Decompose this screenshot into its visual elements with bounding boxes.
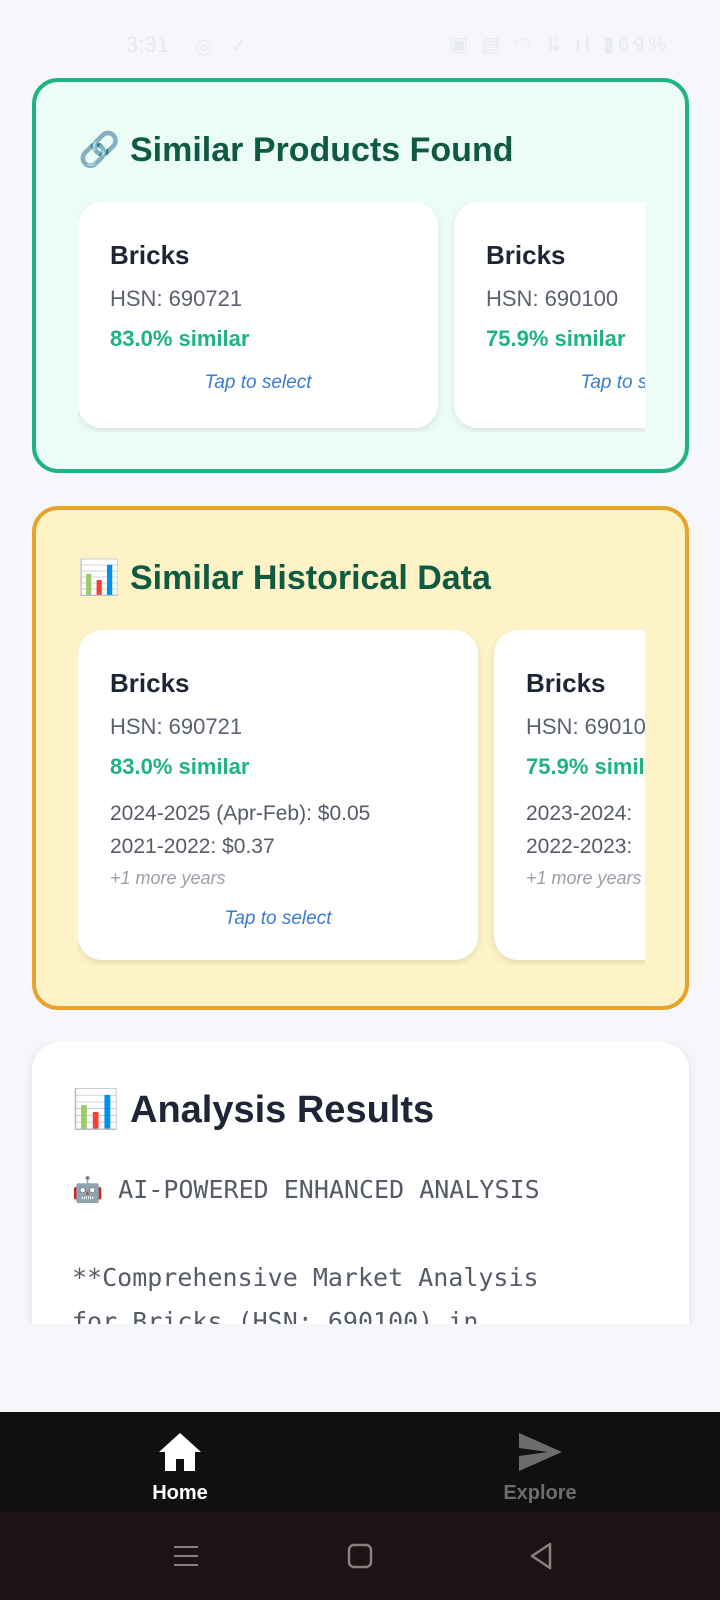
similar-products-panel: 🔗 Similar Products Found Bricks HSN: 6907… [32, 78, 689, 473]
product-hsn: HSN: 690721 [110, 714, 243, 739]
historical-data-title: 📊 Similar Historical Data [78, 558, 491, 598]
tap-to-select-link[interactable]: Tap to select [454, 372, 645, 394]
product-hsn: HSN: 690721 [110, 286, 243, 311]
link-icon: 🔗 [78, 131, 121, 169]
product-card[interactable]: Bricks HSN: 690721 83.0% similar Tap to … [78, 202, 438, 428]
historical-year-value: 2021-2022: $0.37 [110, 835, 275, 858]
product-name: Bricks [110, 240, 190, 270]
status-notification-icons: ◎ ✓ [195, 36, 253, 58]
analysis-card: 📊 Analysis Results 🤖 AI-POWERED ENHANCED … [32, 1042, 689, 1324]
bottom-navigation: Home Explore [0, 1412, 720, 1512]
analysis-body-text: 🤖 AI-POWERED ENHANCED ANALYSIS **Compreh… [72, 1175, 540, 1324]
status-bar: 3:31 ◎ ✓ ▣ ▤ ◠ ⇅ ıl ▮69% [0, 0, 720, 70]
bar-chart-icon: 📊 [78, 559, 121, 597]
nav-home-label: Home [152, 1482, 208, 1504]
product-card[interactable]: Bricks HSN: 690100 75.9% similar Tap to … [454, 202, 645, 428]
nav-explore[interactable]: Explore [440, 1412, 640, 1512]
historical-data-carousel[interactable]: Bricks HSN: 690721 83.0% similar 2024-20… [78, 630, 645, 965]
product-name: Bricks [110, 668, 190, 698]
product-similarity: 83.0% similar [110, 326, 250, 351]
home-icon [159, 1433, 201, 1471]
similar-products-title-text: Similar Products Found [130, 131, 514, 169]
back-triangle-icon[interactable] [520, 1534, 564, 1578]
status-system-icons: ▣ ▤ ◠ ⇅ ıl ▮69% [449, 34, 670, 56]
analysis-scroll-area[interactable]: 📊 Analysis Results 🤖 AI-POWERED ENHANCED … [0, 1042, 720, 1324]
similar-products-carousel[interactable]: Bricks HSN: 690721 83.0% similar Tap to … [78, 202, 645, 432]
more-years-note: +1 more years [526, 868, 642, 888]
system-navigation-bar [0, 1512, 720, 1600]
historical-year-value: 2024-2025 (Apr-Feb): $0.05 [110, 802, 371, 825]
product-hsn: HSN: 690100 [486, 286, 619, 311]
historical-year-value: 2022-2023: [526, 835, 633, 858]
historical-year-value: 2023-2024: [526, 802, 633, 825]
historical-data-panel: 📊 Similar Historical Data Bricks HSN: 690… [32, 506, 689, 1010]
product-name: Bricks [486, 240, 566, 270]
status-time: 3:31 [126, 32, 169, 57]
tap-to-select-link[interactable]: Tap to select [78, 908, 478, 930]
historical-card[interactable]: Bricks HSN: 690721 83.0% similar 2024-20… [78, 630, 478, 960]
product-name: Bricks [526, 668, 606, 698]
square-icon[interactable] [338, 1534, 382, 1578]
product-similarity: 83.0% similar [110, 754, 250, 779]
menu-icon[interactable] [164, 1534, 208, 1578]
more-years-note: +1 more years [110, 868, 226, 888]
tap-to-select-link[interactable]: Tap to select [78, 372, 438, 394]
nav-explore-label: Explore [503, 1482, 577, 1504]
product-hsn: HSN: 690100 [526, 714, 645, 739]
bar-chart-icon: 📊 [72, 1089, 120, 1131]
analysis-title: 📊 Analysis Results [72, 1088, 434, 1132]
similar-products-title: 🔗 Similar Products Found [78, 130, 513, 170]
historical-data-title-text: Similar Historical Data [130, 559, 491, 597]
product-similarity: 75.9% similar [486, 326, 626, 351]
nav-home[interactable]: Home [80, 1412, 280, 1512]
product-similarity: 75.9% similar [526, 754, 645, 779]
send-icon [519, 1433, 562, 1471]
historical-card[interactable]: Bricks HSN: 690100 75.9% similar 2023-20… [494, 630, 645, 960]
analysis-title-text: Analysis Results [130, 1089, 435, 1131]
